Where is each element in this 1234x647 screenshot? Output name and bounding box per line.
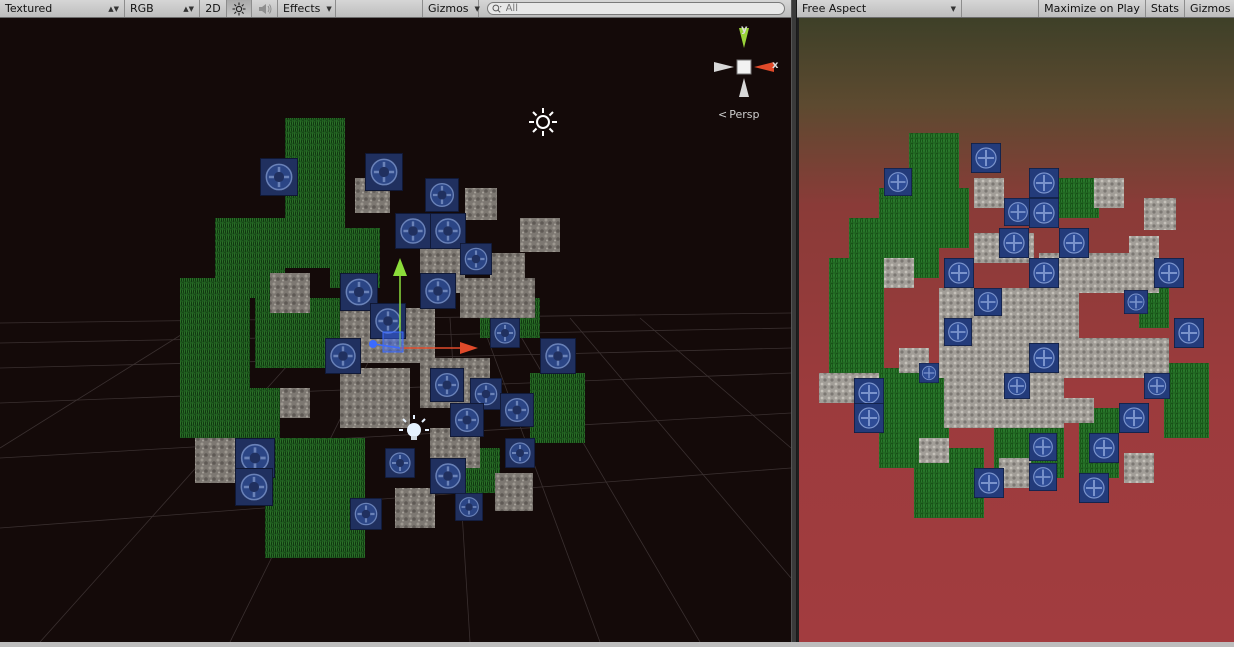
draw-mode-label: Textured [5,2,53,15]
sun-icon [232,2,246,15]
center-cube-icon[interactable] [736,59,752,75]
render-mode-dropdown[interactable]: RGB ▲▼ [125,0,200,17]
game-gizmos-dropdown[interactable]: Gizmos ▼ [1185,0,1234,17]
directional-light-icon[interactable] [529,108,557,136]
y-axis-arrow[interactable] [393,258,407,276]
toggle-2d-label: 2D [205,2,221,15]
maximize-on-play-button[interactable]: Maximize on Play [1038,0,1146,17]
status-bar [0,642,1234,647]
toggle-2d-button[interactable]: 2D [200,0,227,17]
chevron-left-icon: < [718,108,728,121]
aspect-label: Free Aspect [802,2,867,15]
scene-canvas[interactable] [0,18,791,642]
stats-label: Stats [1150,2,1179,15]
projection-toggle[interactable]: < Persp [718,108,759,121]
scene-view[interactable]: y x < Persp [0,18,791,642]
scene-lighting-toggle[interactable] [227,0,252,17]
scene-search [479,0,791,17]
aspect-dropdown[interactable]: Free Aspect ▼ [797,0,962,17]
game-toolbar: Free Aspect ▼ Maximize on Play Stats Giz… [797,0,1234,18]
game-voxel-cluster [819,133,1209,518]
effects-dropdown[interactable]: Effects ▼ [278,0,336,17]
x-axis-arrow[interactable] [460,342,478,354]
game-canvas [819,133,1209,518]
game-view[interactable] [797,18,1234,642]
z-axis-handle[interactable] [369,340,377,348]
axis-x-label: x [772,60,779,71]
gizmos-dropdown[interactable]: Gizmos ▼ [422,0,480,17]
gizmos-label: Gizmos [428,2,469,15]
scene-toolbar: Textured ▲▼ RGB ▲▼ 2D Effects ▼ Gizmos ▼… [0,0,791,18]
chevron-down-icon: ▼ [950,4,956,13]
x-cone-icon[interactable] [754,62,774,72]
speaker-icon [258,3,271,14]
projection-label: Persp [729,108,760,121]
orientation-gizmo[interactable]: y x [712,24,782,102]
scene-audio-toggle[interactable] [252,0,278,17]
stats-button[interactable]: Stats [1146,0,1185,17]
axis-y-label: y [741,24,748,35]
maximize-on-play-label: Maximize on Play [1044,2,1140,15]
effects-label: Effects [283,2,321,15]
render-mode-label: RGB [130,2,154,15]
neg-x-cone-icon[interactable] [714,62,734,72]
chevron-down-icon: ▼ [326,4,332,13]
search-input[interactable] [502,3,784,14]
draw-mode-dropdown[interactable]: Textured ▲▼ [0,0,125,17]
search-icon [492,4,502,13]
chevron-updown-icon: ▲▼ [108,4,119,13]
neg-y-cone-icon[interactable] [739,78,749,97]
game-gizmos-label: Gizmos [1190,2,1231,15]
chevron-updown-icon: ▲▼ [183,4,194,13]
